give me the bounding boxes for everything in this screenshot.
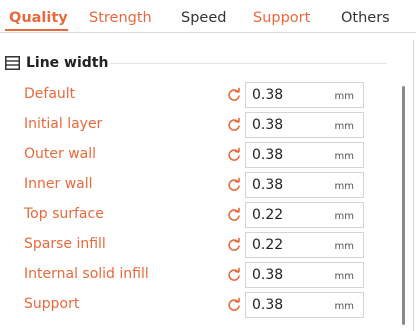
value-field[interactable]: mm <box>245 142 364 168</box>
setting-label: Support <box>24 296 80 312</box>
setting-row: Initial layer mm <box>0 112 400 138</box>
unit-label: mm <box>334 271 354 282</box>
value-input[interactable] <box>252 177 322 193</box>
setting-label: Internal solid infill <box>24 266 149 282</box>
setting-label: Initial layer <box>24 116 103 132</box>
value-field[interactable]: mm <box>245 82 364 108</box>
unit-label: mm <box>334 91 354 102</box>
tab-others[interactable]: Others <box>341 9 390 27</box>
value-input[interactable] <box>252 297 322 313</box>
value-input[interactable] <box>252 267 322 283</box>
reset-icon[interactable] <box>226 87 242 103</box>
reset-icon[interactable] <box>226 297 242 313</box>
reset-icon[interactable] <box>226 147 242 163</box>
setting-label: Default <box>24 86 76 102</box>
value-field[interactable]: mm <box>245 172 364 198</box>
setting-row: Inner wall mm <box>0 172 400 198</box>
tab-quality[interactable]: Quality <box>9 9 68 27</box>
unit-label: mm <box>334 241 354 252</box>
setting-label: Inner wall <box>24 176 93 192</box>
value-input[interactable] <box>252 207 322 223</box>
active-tab-indicator <box>5 29 68 31</box>
line-width-icon <box>5 56 20 70</box>
setting-row: Top surface mm <box>0 202 400 228</box>
panel-border <box>413 40 414 331</box>
setting-label: Outer wall <box>24 146 97 162</box>
scrollbar-thumb[interactable] <box>402 86 405 325</box>
setting-label: Sparse infill <box>24 236 106 252</box>
reset-icon[interactable] <box>226 267 242 283</box>
section-title: Line width <box>26 55 109 71</box>
value-input[interactable] <box>252 237 322 253</box>
setting-row: Support mm <box>0 292 400 318</box>
value-input[interactable] <box>252 117 322 133</box>
value-input[interactable] <box>252 147 322 163</box>
tab-speed[interactable]: Speed <box>181 9 226 27</box>
setting-row: Default mm <box>0 82 400 108</box>
setting-label: Top surface <box>24 206 104 222</box>
value-field[interactable]: mm <box>245 112 364 138</box>
settings-tab-bar: Quality Strength Speed Support Others <box>0 0 416 33</box>
tab-strength[interactable]: Strength <box>89 9 152 27</box>
section-header-line-width: Line width <box>5 54 387 72</box>
unit-label: mm <box>334 151 354 162</box>
value-input[interactable] <box>252 87 322 103</box>
reset-icon[interactable] <box>226 207 242 223</box>
tab-support[interactable]: Support <box>253 9 310 27</box>
reset-icon[interactable] <box>226 177 242 193</box>
value-field[interactable]: mm <box>245 232 364 258</box>
value-field[interactable]: mm <box>245 262 364 288</box>
section-divider <box>110 63 387 64</box>
tab-bar-divider <box>0 32 416 33</box>
setting-row: Internal solid infill mm <box>0 262 400 288</box>
unit-label: mm <box>334 211 354 222</box>
reset-icon[interactable] <box>226 117 242 133</box>
unit-label: mm <box>334 121 354 132</box>
setting-row: Outer wall mm <box>0 142 400 168</box>
reset-icon[interactable] <box>226 237 242 253</box>
setting-row: Sparse infill mm <box>0 232 400 258</box>
value-field[interactable]: mm <box>245 292 364 318</box>
unit-label: mm <box>334 301 354 312</box>
unit-label: mm <box>334 181 354 192</box>
value-field[interactable]: mm <box>245 202 364 228</box>
